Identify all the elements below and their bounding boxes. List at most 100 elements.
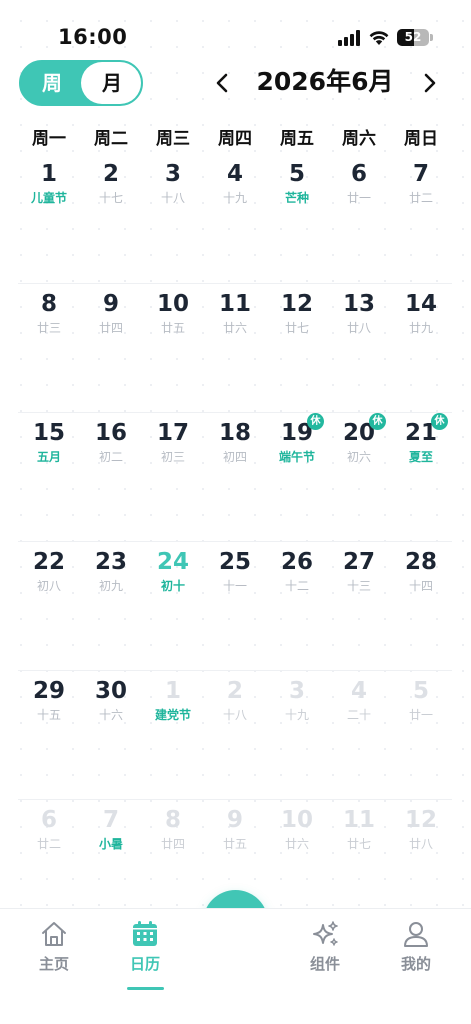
- day-cell[interactable]: 1 儿童节: [18, 154, 80, 283]
- day-cell[interactable]: 28 十四: [390, 542, 452, 671]
- day-lunar-label: 初三: [160, 450, 185, 464]
- day-number: 5: [412, 678, 429, 704]
- day-lunar-label: 廿八: [346, 321, 371, 335]
- day-cell[interactable]: 25 十一: [204, 542, 266, 671]
- day-lunar-label: 十一: [222, 579, 247, 593]
- day-lunar-label: 二十: [346, 708, 371, 722]
- day-cell[interactable]: 17 初三: [142, 413, 204, 542]
- day-number: 4: [350, 678, 367, 704]
- chevron-right-icon[interactable]: [416, 68, 444, 98]
- day-cell[interactable]: 7 廿二: [390, 154, 452, 283]
- day-cell[interactable]: 14 廿九: [390, 284, 452, 413]
- holiday-rest-badge: 休: [307, 413, 324, 430]
- day-number: 28: [404, 549, 437, 575]
- day-number: 10: [156, 291, 189, 317]
- nav-calendar-label: 日历: [129, 955, 160, 973]
- holiday-rest-badge: 休: [369, 413, 386, 430]
- nav-home[interactable]: 主页: [19, 919, 89, 989]
- weekday-mon: 周一: [32, 129, 66, 149]
- day-number: 9: [102, 291, 119, 317]
- day-lunar-label: 廿一: [408, 708, 433, 722]
- day-number: 16: [94, 420, 127, 446]
- week-view-button[interactable]: 周: [21, 62, 83, 104]
- day-cell[interactable]: 22 初八: [18, 542, 80, 671]
- day-lunar-label: 廿四: [98, 321, 123, 335]
- day-lunar-label: 儿童节: [30, 191, 67, 205]
- day-cell[interactable]: 26 十二: [266, 542, 328, 671]
- day-cell[interactable]: 27 十三: [328, 542, 390, 671]
- week-row: 8 廿三 9 廿四 10 廿五 11 廿六 12 廿七 13 廿八 14 廿九: [18, 283, 452, 412]
- day-cell[interactable]: 18 初四: [204, 413, 266, 542]
- nav-calendar[interactable]: 日历: [110, 919, 180, 989]
- day-number: 29: [32, 678, 65, 704]
- day-cell[interactable]: 13 廿八: [328, 284, 390, 413]
- nav-profile[interactable]: 我的: [381, 919, 451, 989]
- day-cell[interactable]: 3 十八: [142, 154, 204, 283]
- day-cell[interactable]: 24 初十: [142, 542, 204, 671]
- day-lunar-label: 廿八: [408, 837, 433, 851]
- day-number: 23: [94, 549, 127, 575]
- status-bar: 16:00 52: [0, 0, 471, 60]
- battery-level-text: 52: [404, 30, 422, 44]
- day-cell[interactable]: 4 十九: [204, 154, 266, 283]
- day-number: 11: [342, 807, 375, 833]
- day-number: 12: [280, 291, 313, 317]
- day-cell[interactable]: 30 十六: [80, 671, 142, 800]
- day-cell[interactable]: 12 廿七: [266, 284, 328, 413]
- nav-widgets-label: 组件: [309, 955, 340, 973]
- day-lunar-label: 廿二: [408, 191, 433, 205]
- weekday-header: 周一 周二 周三 周四 周五 周六 周日: [18, 124, 452, 150]
- day-cell[interactable]: 5 廿一: [390, 671, 452, 800]
- day-number: 1: [164, 678, 181, 704]
- day-cell[interactable]: 16 初二: [80, 413, 142, 542]
- day-cell[interactable]: 19 端午节休: [266, 413, 328, 542]
- weekday-tue: 周二: [94, 129, 128, 149]
- day-lunar-label: 端午节: [278, 450, 315, 464]
- day-lunar-label: 五月: [36, 450, 61, 464]
- day-cell[interactable]: 20 初六休: [328, 413, 390, 542]
- day-cell[interactable]: 21 夏至休: [390, 413, 452, 542]
- day-lunar-label: 十八: [160, 191, 185, 205]
- sparkles-icon: [313, 921, 338, 946]
- day-cell[interactable]: 5 芒种: [266, 154, 328, 283]
- day-cell[interactable]: 23 初九: [80, 542, 142, 671]
- day-lunar-label: 芒种: [284, 191, 309, 205]
- holiday-rest-badge: 休: [431, 413, 448, 430]
- day-cell[interactable]: 15 五月: [18, 413, 80, 542]
- day-lunar-label: 初十: [160, 579, 185, 593]
- day-cell[interactable]: 3 十九: [266, 671, 328, 800]
- day-lunar-label: 初四: [222, 450, 247, 464]
- wifi-icon: [369, 31, 389, 45]
- day-lunar-label: 十四: [408, 579, 433, 593]
- day-cell[interactable]: 2 十八: [204, 671, 266, 800]
- nav-widgets[interactable]: 组件: [290, 919, 360, 989]
- day-number: 7: [102, 807, 119, 833]
- day-number: 4: [226, 161, 243, 187]
- day-cell[interactable]: 6 廿一: [328, 154, 390, 283]
- day-cell[interactable]: 29 十五: [18, 671, 80, 800]
- day-lunar-label: 廿六: [284, 837, 309, 851]
- day-number: 7: [412, 161, 429, 187]
- day-number: 26: [280, 549, 313, 575]
- month-title[interactable]: 2026年6月: [240, 64, 410, 100]
- chevron-left-icon[interactable]: [208, 68, 236, 98]
- day-number: 30: [94, 678, 127, 704]
- day-cell[interactable]: 9 廿四: [80, 284, 142, 413]
- day-cell[interactable]: 8 廿三: [18, 284, 80, 413]
- day-lunar-label: 廿三: [36, 321, 61, 335]
- day-cell[interactable]: 1 建党节: [142, 671, 204, 800]
- day-cell[interactable]: 2 十七: [80, 154, 142, 283]
- signal-icon: [338, 30, 360, 46]
- day-number: 6: [350, 161, 367, 187]
- day-lunar-label: 初二: [98, 450, 123, 464]
- month-view-button[interactable]: 月: [81, 62, 141, 104]
- day-lunar-label: 廿一: [346, 191, 371, 205]
- view-mode-toggle: 周 月: [19, 60, 143, 106]
- week-row: 22 初八 23 初九 24 初十 25 十一 26 十二 27 十三 28 十四: [18, 541, 452, 670]
- day-cell[interactable]: 10 廿五: [142, 284, 204, 413]
- day-number: 13: [342, 291, 375, 317]
- day-lunar-label: 十六: [98, 708, 123, 722]
- day-number: 17: [156, 420, 189, 446]
- day-cell[interactable]: 11 廿六: [204, 284, 266, 413]
- day-cell[interactable]: 4 二十: [328, 671, 390, 800]
